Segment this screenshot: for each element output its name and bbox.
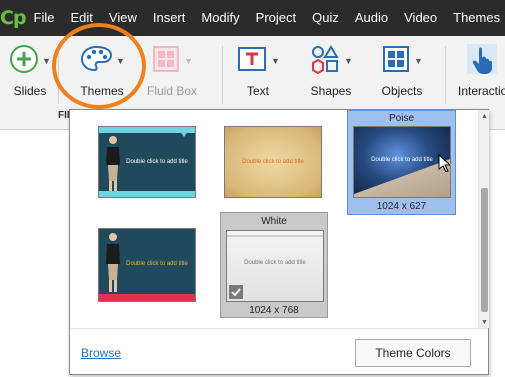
- scroll-down-arrow-icon[interactable]: ▼: [479, 316, 490, 328]
- theme-card-poise[interactable]: Poise Double click to add title 1024 x 6…: [347, 110, 456, 215]
- fluid-box-button[interactable]: ▼ Fluid Box: [142, 44, 202, 106]
- text-box-icon: [236, 44, 268, 79]
- interactions-button[interactable]: Interactions: [458, 44, 505, 106]
- plus-circle-icon: [9, 44, 39, 79]
- chevron-down-icon: ▼: [414, 56, 423, 66]
- shapes-icon: [309, 44, 341, 79]
- themes-label: Themes: [80, 84, 124, 98]
- fluid-box-label: Fluid Box: [146, 84, 198, 98]
- theme-thumbnail-preview: Double click to add title: [226, 230, 324, 302]
- chevron-down-icon: ▼: [42, 56, 51, 66]
- theme-title-placeholder: Double click to add title: [371, 157, 433, 163]
- shapes-label: Shapes: [310, 84, 352, 98]
- themes-button[interactable]: ▼ Themes: [74, 44, 130, 106]
- chevron-down-icon: ▼: [184, 56, 193, 66]
- theme-thumbnail-preview: Double click to add title: [353, 126, 451, 198]
- menu-themes[interactable]: Themes: [445, 0, 505, 36]
- grid-box-icon: [151, 44, 181, 79]
- menu-insert[interactable]: Insert: [145, 0, 194, 36]
- theme-title-placeholder: Double click to add title: [244, 260, 306, 266]
- mouse-cursor-icon: [438, 153, 450, 177]
- theme-thumbnail[interactable]: Double click to add title: [98, 126, 196, 198]
- palette-icon: [79, 44, 113, 79]
- themes-dropdown-panel: Double click to add title Double click t…: [69, 109, 489, 375]
- theme-resolution: 1024 x 768: [249, 305, 299, 316]
- shapes-button[interactable]: ▼ Shapes: [304, 44, 358, 106]
- slides-button[interactable]: ▼ Slides: [6, 44, 54, 106]
- chevron-down-icon: ▼: [116, 56, 125, 66]
- theme-gallery: Double click to add title Double click t…: [70, 110, 478, 328]
- theme-header-line: [227, 235, 323, 237]
- text-button[interactable]: ▼ Text: [234, 44, 282, 106]
- slides-label: Slides: [13, 84, 47, 98]
- menu-quiz[interactable]: Quiz: [304, 0, 347, 36]
- theme-colors-button[interactable]: Theme Colors: [355, 339, 471, 367]
- ribbon-separator: [222, 46, 223, 104]
- chevron-down-icon: ▼: [271, 56, 280, 66]
- theme-card-white[interactable]: White Double click to add title 1024 x 7…: [220, 212, 328, 318]
- themes-panel-footer: Browse Theme Colors: [70, 328, 488, 374]
- theme-resolution: 1024 x 627: [376, 201, 427, 212]
- menu-project[interactable]: Project: [248, 0, 304, 36]
- menu-file[interactable]: File: [26, 0, 63, 36]
- menu-view[interactable]: View: [101, 0, 145, 36]
- ribbon-separator: [445, 46, 446, 104]
- theme-name: White: [261, 216, 287, 227]
- theme-title-placeholder: Double click to add title: [126, 261, 188, 267]
- scrollbar-thumb[interactable]: [481, 188, 488, 312]
- menu-edit[interactable]: Edit: [63, 0, 101, 36]
- checkmark-icon: [229, 285, 243, 299]
- theme-accent-triangle: [177, 127, 191, 137]
- menu-modify[interactable]: Modify: [193, 0, 247, 36]
- theme-name: Poise: [388, 113, 414, 124]
- app-logo[interactable]: Cp: [0, 0, 27, 36]
- scroll-up-arrow-icon[interactable]: ▲: [479, 110, 490, 122]
- vertical-scrollbar[interactable]: ▲ ▼: [478, 110, 489, 328]
- menu-bar: Cp File Edit View Insert Modify Project …: [0, 0, 505, 36]
- menu-video[interactable]: Video: [396, 0, 445, 36]
- browse-link[interactable]: Browse: [81, 346, 121, 360]
- chevron-down-icon: ▼: [344, 56, 353, 66]
- ribbon-separator: [58, 46, 59, 104]
- objects-icon: [381, 44, 411, 79]
- menu-audio[interactable]: Audio: [347, 0, 396, 36]
- captivate-window: Cp File Edit View Insert Modify Project …: [0, 0, 505, 377]
- hand-pointer-icon: [466, 44, 497, 80]
- theme-thumbnail[interactable]: Double click to add title: [224, 126, 322, 198]
- theme-thumbnail[interactable]: Double click to add title: [98, 228, 196, 302]
- text-label: Text: [246, 84, 269, 98]
- objects-label: Objects: [381, 84, 423, 98]
- theme-title-placeholder: Double click to add title: [242, 159, 304, 165]
- theme-title-placeholder: Double click to add title: [126, 159, 188, 165]
- interactions-label: Interactions: [458, 84, 505, 98]
- objects-button[interactable]: ▼ Objects: [376, 44, 428, 106]
